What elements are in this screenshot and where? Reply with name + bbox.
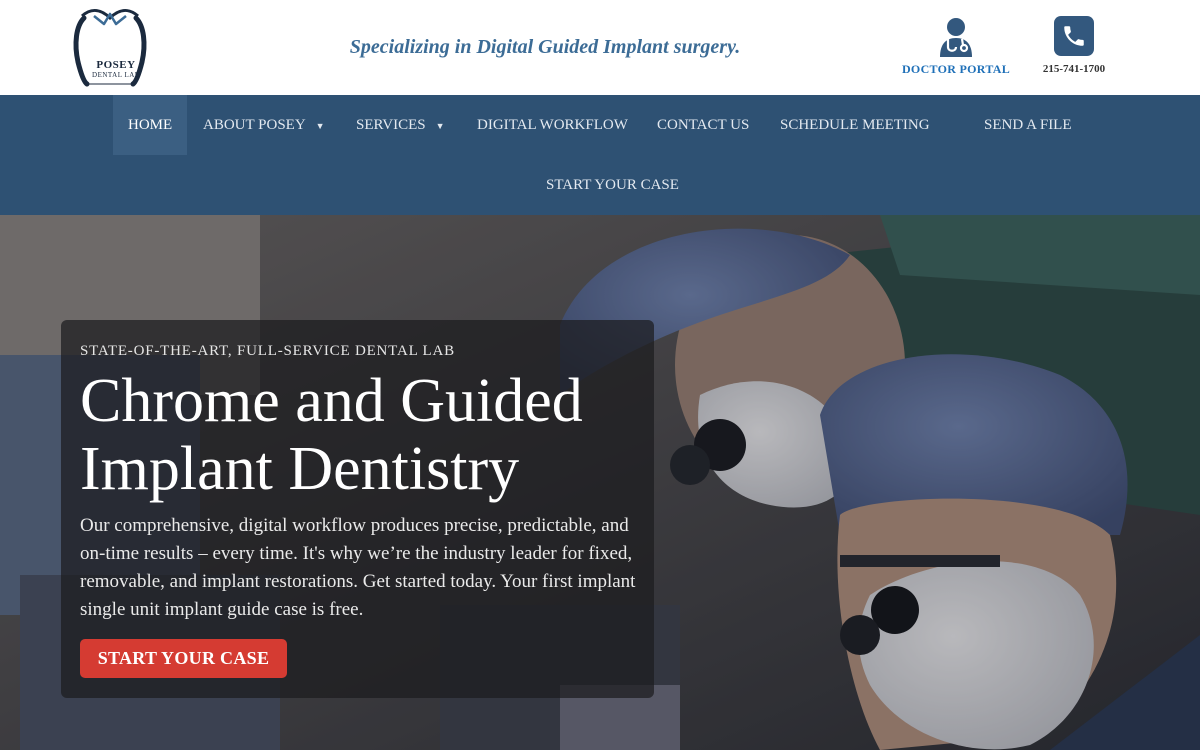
nav-services[interactable]: SERVICES ▼ (356, 95, 445, 155)
nav-home[interactable]: HOME (113, 95, 188, 155)
nav-home-label: HOME (128, 117, 173, 133)
logo-subtitle: DENTAL LAB (92, 71, 140, 79)
doctor-portal-link[interactable]: DOCTOR PORTAL (892, 16, 1020, 77)
nav-send-a-file[interactable]: SEND A FILE (984, 95, 1072, 155)
hero-body-text: Our comprehensive, digital workflow prod… (80, 515, 636, 620)
start-your-case-button[interactable]: START YOUR CASE (80, 639, 287, 678)
logo-text: POSEY DENTAL LAB (84, 59, 148, 80)
nav-start-case-label: START YOUR CASE (546, 177, 679, 193)
hero-eyebrow: STATE-OF-THE-ART, FULL-SERVICE DENTAL LA… (80, 343, 455, 359)
nav-schedule-label: SCHEDULE MEETING (780, 117, 930, 133)
chevron-down-icon: ▼ (435, 121, 445, 131)
nav-about-posey[interactable]: ABOUT POSEY ▼ (203, 95, 325, 155)
doctor-icon (936, 16, 976, 58)
chevron-down-icon: ▼ (315, 121, 325, 131)
nav-digital-workflow[interactable]: DIGITAL WORKFLOW (477, 95, 628, 155)
main-nav: HOME ABOUT POSEY ▼ SERVICES ▼ DIGITAL WORK… (0, 95, 1200, 215)
site-header: POSEY DENTAL LAB Specializing in Digital… (0, 0, 1200, 95)
header-tagline: Specializing in Digital Guided Implant s… (349, 36, 741, 58)
hero-headline: Chrome and Guided Implant Dentistry (80, 367, 583, 503)
nav-services-label: SERVICES (356, 117, 426, 133)
doctor-portal-label: DOCTOR PORTAL (901, 62, 1011, 76)
nav-contact-label: CONTACT US (657, 117, 750, 133)
logo-name: POSEY (96, 59, 136, 71)
nav-about-label: ABOUT POSEY (203, 117, 306, 133)
phone-number: 215-741-1700 (1042, 63, 1106, 75)
nav-schedule-meeting[interactable]: SCHEDULE MEETING (780, 95, 930, 155)
nav-send-file-label: SEND A FILE (984, 117, 1072, 133)
nav-digital-workflow-label: DIGITAL WORKFLOW (477, 117, 628, 133)
nav-contact-us[interactable]: CONTACT US (657, 95, 749, 155)
phone-icon (1054, 16, 1094, 56)
phone-link[interactable]: 215-741-1700 (1032, 16, 1116, 75)
posey-logo[interactable]: POSEY DENTAL LAB (70, 4, 152, 88)
nav-start-your-case[interactable]: START YOUR CASE (546, 155, 679, 215)
